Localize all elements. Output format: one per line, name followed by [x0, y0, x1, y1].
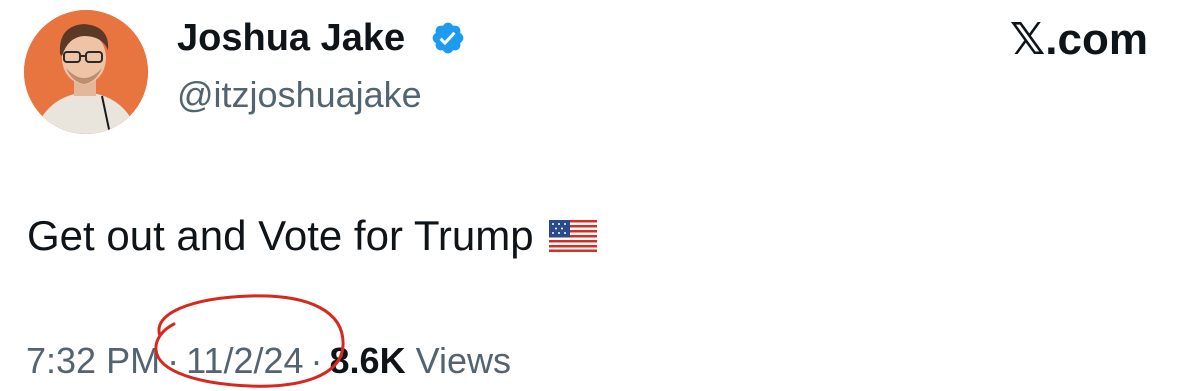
- avatar[interactable]: [24, 10, 148, 134]
- tweet-meta: 7:32 PM · 11/2/24 · 8.6K Views: [26, 338, 511, 384]
- tweet-text-content: Get out and Vote for Trump: [27, 212, 534, 259]
- views-count[interactable]: 8.6K: [330, 340, 406, 381]
- views-label: Views: [415, 340, 511, 381]
- verified-badge-icon: [432, 22, 464, 54]
- tweet-time[interactable]: 7:32 PM: [26, 340, 160, 381]
- meta-separator: ·: [310, 340, 323, 381]
- display-name[interactable]: Joshua Jake: [177, 15, 405, 61]
- user-handle[interactable]: @itzjoshuajake: [177, 73, 422, 117]
- profile-photo: [24, 10, 148, 134]
- us-flag-icon: [549, 220, 598, 252]
- tweet-text: Get out and Vote for Trump: [27, 210, 598, 262]
- tweet-date[interactable]: 11/2/24: [186, 340, 303, 381]
- meta-separator: ·: [167, 340, 180, 381]
- x-com-logo: 𝕏.com: [1009, 15, 1148, 64]
